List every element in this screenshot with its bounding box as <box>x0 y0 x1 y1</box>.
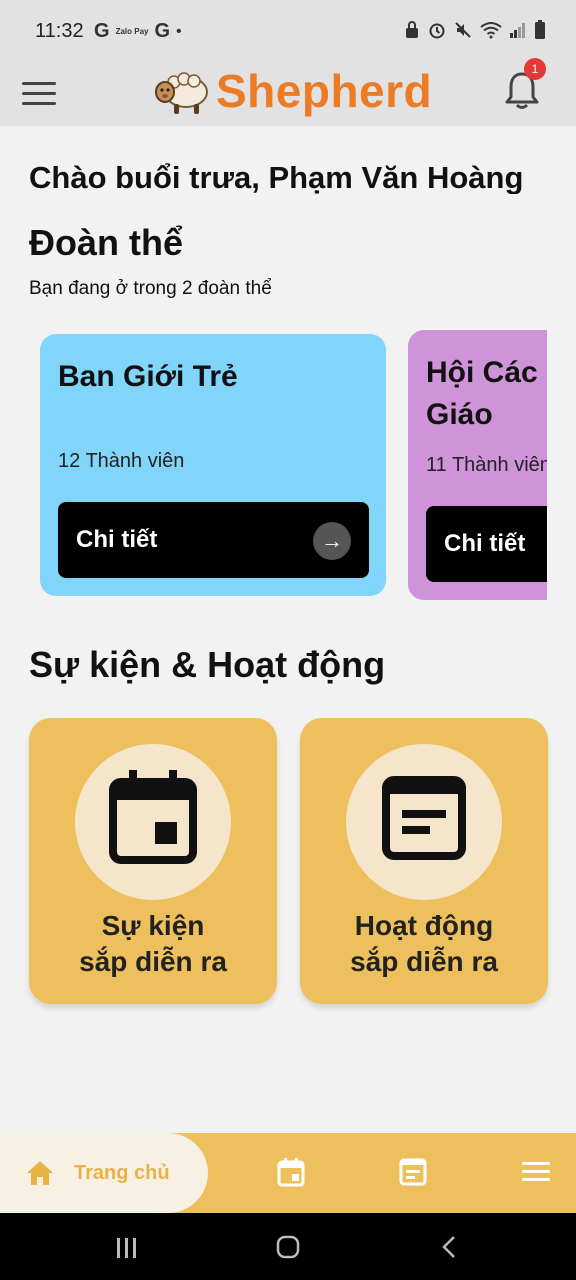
signal-icon <box>510 23 525 38</box>
recent-apps-icon[interactable] <box>115 1237 139 1259</box>
group-name: Ban Giới Trẻ <box>58 360 238 393</box>
nav-home[interactable]: Trang chủ <box>0 1133 208 1213</box>
status-time: 11:32 <box>35 20 84 42</box>
app-title: Shepherd <box>216 65 433 117</box>
home-system-icon[interactable] <box>276 1235 300 1259</box>
wifi-icon <box>480 22 502 39</box>
group-detail-label: Chi tiết <box>76 526 158 553</box>
vpn-lock-icon <box>406 21 418 38</box>
nav-calendar-icon[interactable] <box>277 1157 305 1187</box>
google-icon: G <box>94 20 110 42</box>
bottom-navigation: Trang chủ <box>0 1133 576 1213</box>
calendar-icon <box>109 770 197 864</box>
upcoming-activities-card[interactable]: Hoạt động sắp diễn ra <box>300 718 548 1004</box>
upcoming-events-card[interactable]: Sự kiện sắp diễn ra <box>29 718 277 1004</box>
menu-button[interactable] <box>22 76 58 112</box>
groups-section-subtitle: Bạn đang ở trong 2 đoàn thể <box>29 278 272 299</box>
group-name: Hội Các Giáo <box>426 356 538 431</box>
groups-carousel[interactable]: Ban Giới Trẻ 12 Thành viên Chi tiết → Hộ… <box>0 320 547 620</box>
status-right-icons <box>404 20 546 40</box>
menu-icon <box>22 82 56 85</box>
nav-note-icon[interactable] <box>399 1157 427 1187</box>
activity-list-icon <box>382 776 466 860</box>
sheep-logo-icon <box>155 72 208 114</box>
google-icon: G <box>154 20 171 42</box>
nav-menu-icon[interactable] <box>522 1161 550 1183</box>
home-icon <box>27 1161 53 1185</box>
group-card[interactable]: Ban Giới Trẻ 12 Thành viên Chi tiết → <box>40 334 386 596</box>
back-icon[interactable] <box>440 1235 458 1259</box>
alarm-icon <box>429 23 445 39</box>
group-detail-button[interactable]: Chi tiết <box>426 506 547 582</box>
mute-icon <box>455 22 471 38</box>
groups-section-title: Đoàn thể <box>29 222 184 263</box>
nav-home-label: Trang chủ <box>74 1161 170 1184</box>
events-section-title: Sự kiện & Hoạt động <box>29 644 386 685</box>
notification-badge: 1 <box>524 58 546 80</box>
group-member-count: 12 Thành viên <box>58 450 185 472</box>
greeting-text: Chào buổi trưa, Phạm Văn Hoàng <box>29 160 524 194</box>
arrow-right-icon: → <box>313 522 351 560</box>
group-detail-label: Chi tiết <box>444 530 526 557</box>
status-bar: 11:32 G Zalo Pay G • <box>0 0 576 62</box>
status-left-icons: G Zalo Pay G • <box>94 20 182 43</box>
group-detail-button[interactable]: Chi tiết → <box>58 502 369 578</box>
app-header: Shepherd 1 <box>0 58 576 126</box>
battery-icon <box>535 20 545 39</box>
zalopay-icon: Zalo Pay <box>115 26 149 36</box>
upcoming-activities-label: Hoạt động sắp diễn ra <box>350 910 498 977</box>
group-card[interactable]: Hội Các Giáo 11 Thành viên Chi tiết <box>408 330 547 600</box>
app-logo: Shepherd <box>152 64 432 118</box>
more-notifications-dot: • <box>176 22 182 40</box>
system-navigation-bar <box>0 1213 576 1280</box>
group-member-count: 11 Thành viên <box>426 454 547 476</box>
upcoming-events-label: Sự kiện sắp diễn ra <box>79 910 227 977</box>
